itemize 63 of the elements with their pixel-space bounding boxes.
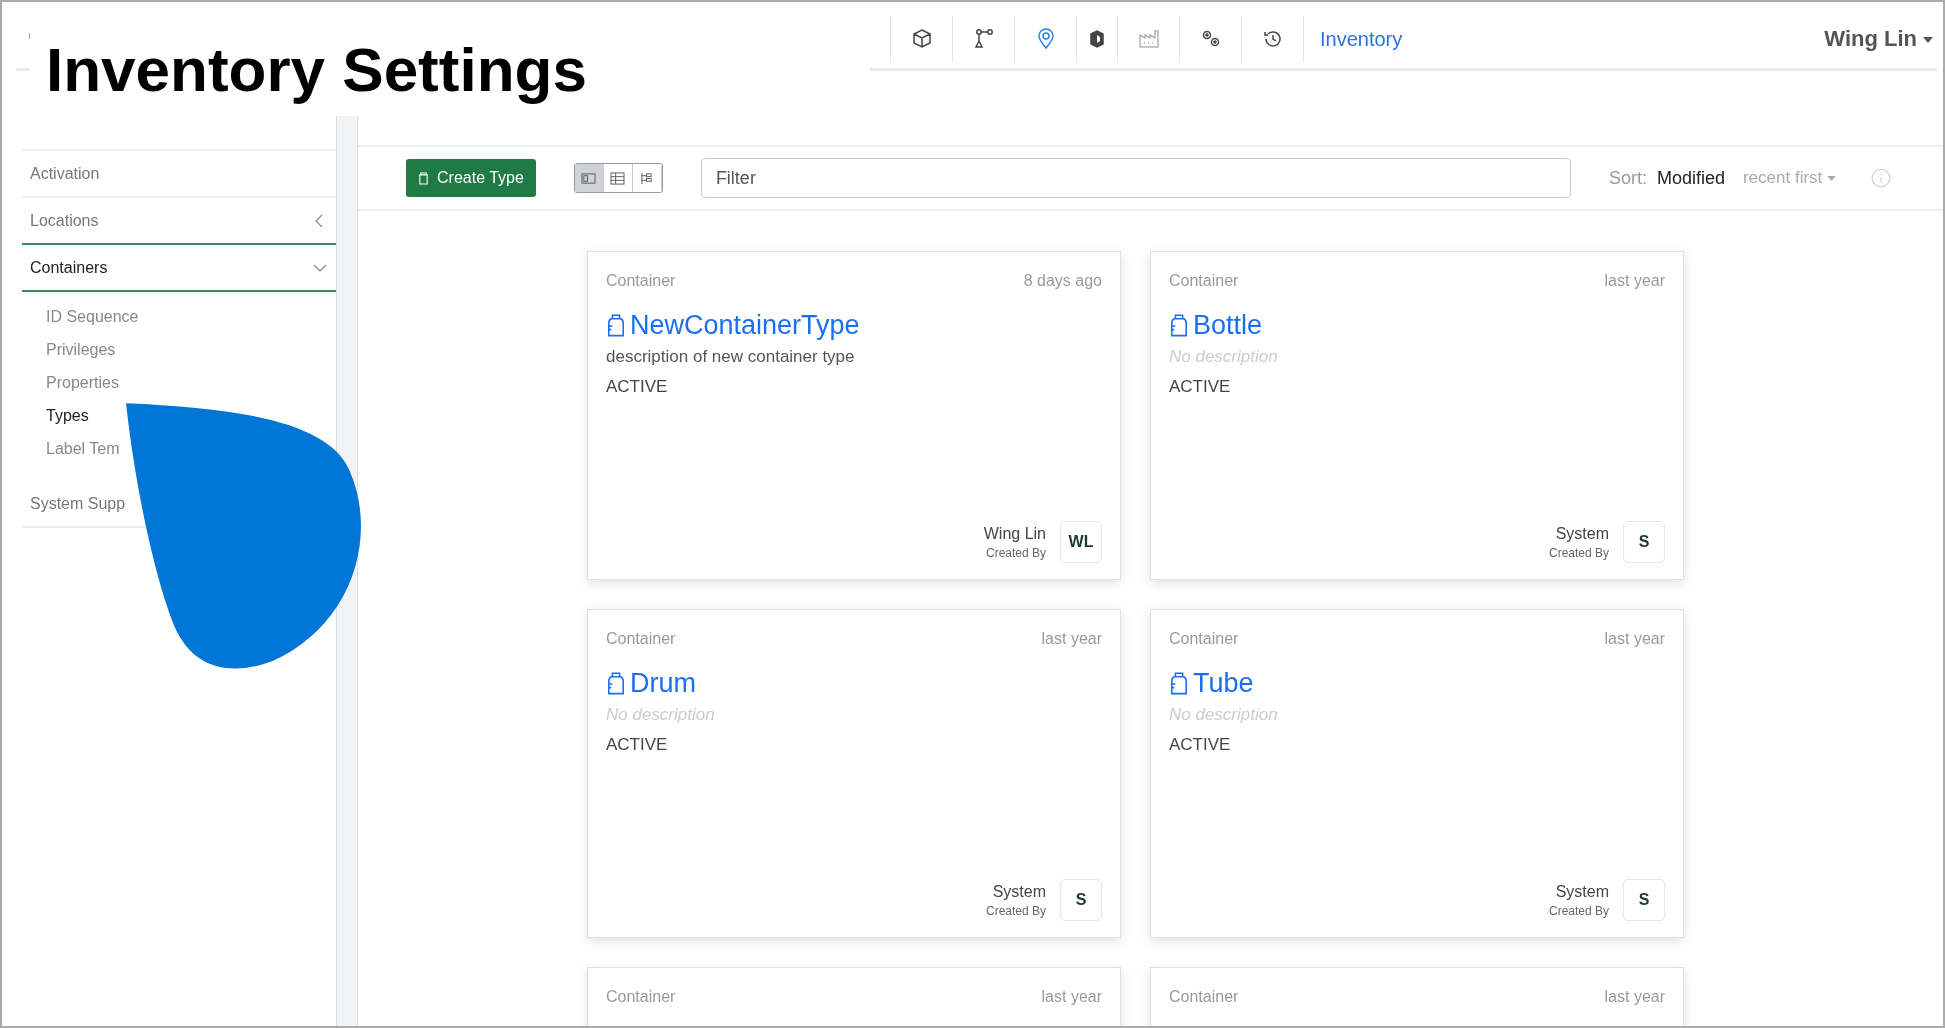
created-by-label: Created By	[1548, 903, 1609, 918]
status-text: ACTIVE	[606, 735, 669, 755]
card-category: Container	[606, 630, 676, 648]
card-view-button[interactable]	[574, 164, 604, 192]
initials-avatar: WL	[1060, 521, 1102, 563]
tree-icon	[639, 171, 655, 185]
status-text: ACTIVE	[606, 377, 669, 397]
created-by-label: Created By	[985, 903, 1046, 918]
sidebar-subitem[interactable]: Types	[46, 399, 89, 432]
caret-icon	[1827, 176, 1837, 181]
user-menu[interactable]: Wing Lin	[1820, 26, 1937, 52]
creator-name: System	[1555, 882, 1609, 901]
sort-field-dropdown[interactable]: Modified	[1646, 167, 1735, 189]
table-icon	[610, 171, 626, 185]
created-by-label: Created By	[985, 545, 1046, 560]
card-timestamp: last year	[1604, 272, 1665, 290]
sidebar-item[interactable]: Activation	[30, 164, 100, 183]
create-type-button[interactable]: Create Type	[406, 159, 536, 197]
initials-avatar: S	[1060, 879, 1102, 921]
card-description: description of new container type	[606, 347, 856, 367]
card-category: Container	[606, 988, 676, 1006]
type-name-link[interactable]: Tube	[1193, 668, 1254, 699]
card-timestamp: last year	[1041, 988, 1102, 1006]
sort-label: Sort:	[1608, 167, 1647, 189]
card-category: Container	[1169, 988, 1239, 1006]
sidebar-item[interactable]: System Supp	[30, 494, 126, 513]
jar-icon	[418, 171, 429, 185]
card-timestamp: last year	[1604, 630, 1665, 648]
card-category: Container	[606, 272, 676, 290]
sidebar-subitem[interactable]: Privileges	[46, 333, 116, 366]
status-text: ACTIVE	[1169, 735, 1232, 755]
creator-name: Wing Lin	[983, 524, 1046, 543]
status-text: ACTIVE	[1169, 377, 1232, 397]
sidebar-subitem[interactable]: ID Sequence	[46, 300, 139, 333]
created-by-label: Created By	[1548, 545, 1609, 560]
card-timestamp: 8 days ago	[1023, 272, 1102, 290]
sidebar-item[interactable]: Locations	[30, 211, 99, 230]
sidebar-subitem[interactable]: Properties	[46, 366, 119, 399]
sidebar-subitem[interactable]: Label Tem	[46, 432, 120, 465]
caret-icon	[1923, 37, 1933, 44]
sort-order-dropdown[interactable]: recent first	[1734, 168, 1845, 188]
jar-icon	[1169, 313, 1189, 338]
type-name-link[interactable]: Bottle	[1193, 310, 1263, 341]
container-type-card[interactable]: Container last year	[1150, 967, 1684, 1026]
initials-avatar: S	[1623, 521, 1665, 563]
jar-icon	[1169, 671, 1189, 696]
card-timestamp: last year	[1604, 988, 1665, 1006]
creator-name: System	[1555, 524, 1609, 543]
inventory-link[interactable]: Inventory	[1303, 16, 1419, 62]
container-type-card[interactable]: Container 8 days ago NewContainerType description of new container type ACTIVE Wing Lin Created By WL	[587, 251, 1121, 580]
jar-icon	[606, 313, 626, 338]
container-type-card[interactable]: Container last year	[587, 967, 1121, 1026]
card-icon	[581, 171, 597, 185]
card-category: Container	[1169, 272, 1239, 290]
card-category: Container	[1169, 630, 1239, 648]
type-name-link[interactable]: NewContainerType	[630, 310, 860, 341]
sidebar-item[interactable]: Containers	[30, 258, 108, 277]
initials-avatar: S	[1623, 879, 1665, 921]
card-timestamp: last year	[1041, 630, 1102, 648]
jar-icon	[606, 671, 626, 696]
type-name-link[interactable]: Drum	[630, 668, 696, 699]
filter-field[interactable]: Filter	[700, 158, 1571, 198]
creator-name: System	[992, 882, 1046, 901]
